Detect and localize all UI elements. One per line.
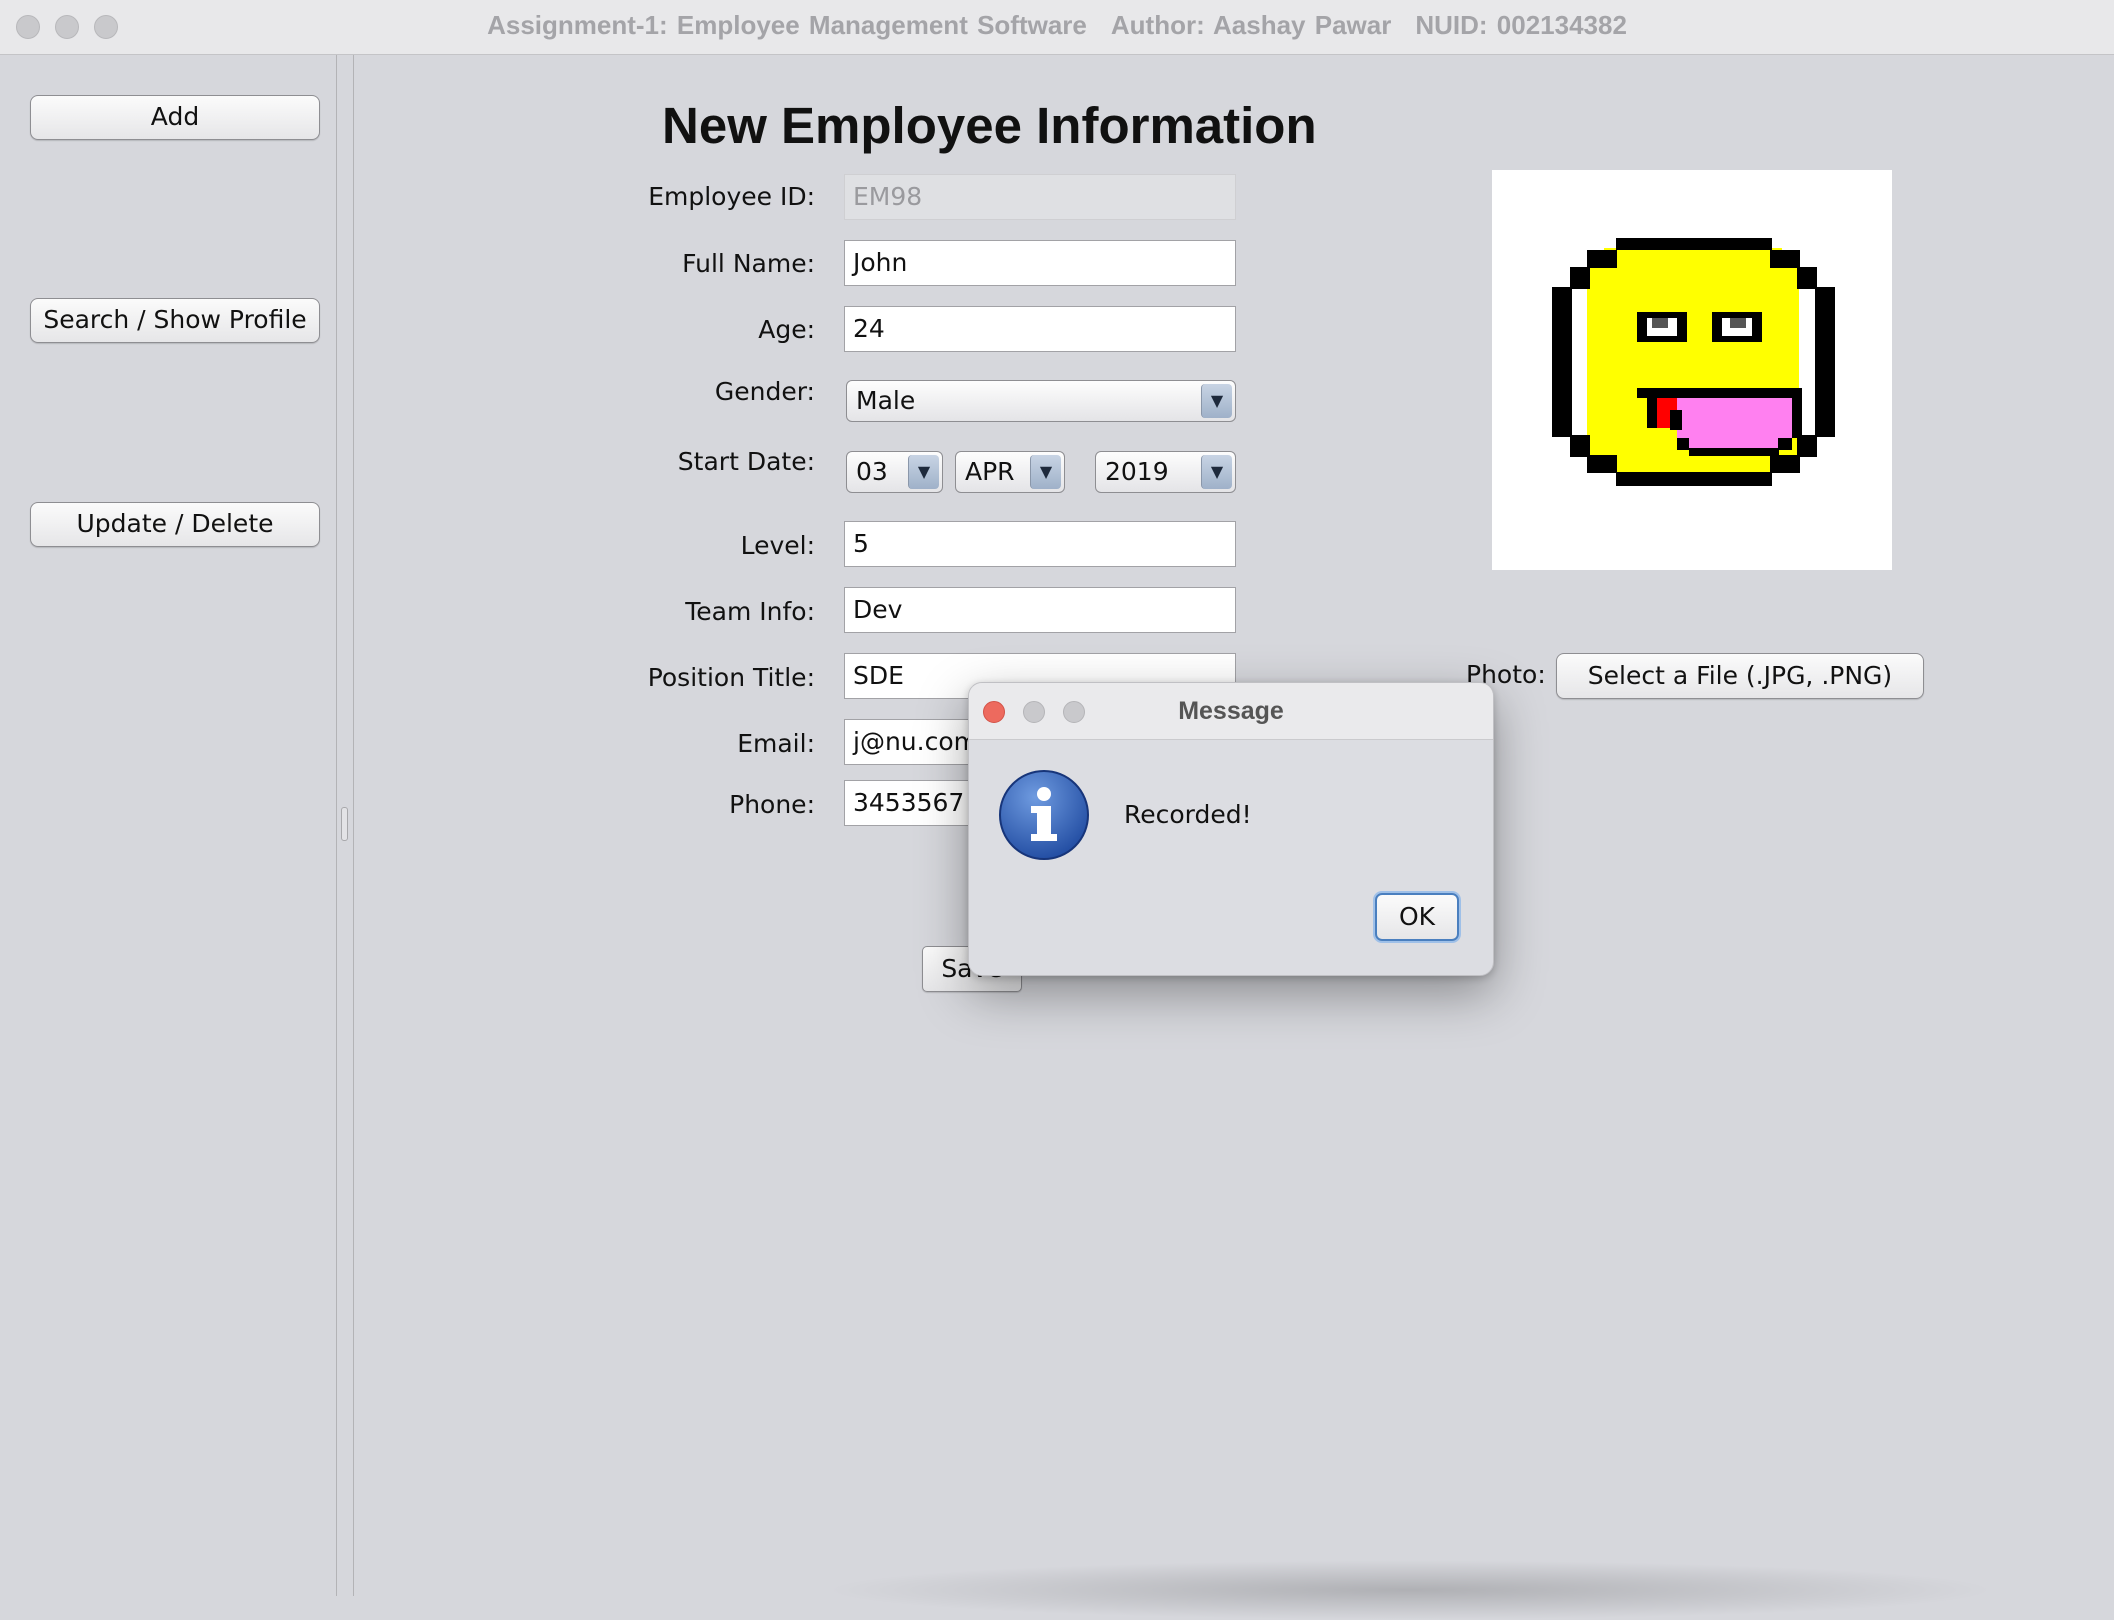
add-button[interactable]: Add xyxy=(30,95,320,140)
author-text: Author: Aashay Pawar xyxy=(1110,10,1392,40)
age-field[interactable]: 24 xyxy=(844,306,1236,352)
email-label: Email: xyxy=(737,729,815,758)
employee-id-field: EM98 xyxy=(844,174,1236,220)
info-icon xyxy=(997,768,1091,862)
start-day-value: 03 xyxy=(856,457,888,486)
select-file-button[interactable]: Select a File (.JPG, .PNG) xyxy=(1556,653,1924,699)
dropdown-arrow-icon: ▼ xyxy=(1201,455,1232,489)
divider-grip-handle[interactable] xyxy=(341,807,348,841)
position-title-label: Position Title: xyxy=(647,663,815,692)
start-month-value: APR xyxy=(965,457,1015,486)
message-dialog: Message Recorded! OK xyxy=(968,682,1494,976)
nuid-text: NUID: 002134382 xyxy=(1415,10,1627,40)
app-title: Assignment-1: Employee Management Softwa… xyxy=(487,10,1087,40)
team-info-label: Team Info: xyxy=(685,597,815,626)
gender-select[interactable]: Male ▼ xyxy=(846,380,1236,422)
start-day-select[interactable]: 03 ▼ xyxy=(846,451,943,493)
dropdown-arrow-icon: ▼ xyxy=(908,455,939,489)
employee-photo xyxy=(1492,170,1892,570)
update-delete-button[interactable]: Update / Delete xyxy=(30,502,320,547)
start-year-value: 2019 xyxy=(1105,457,1169,486)
ok-button[interactable]: OK xyxy=(1375,893,1459,941)
window-title: Assignment-1: Employee Management Softwa… xyxy=(0,0,2114,54)
employee-id-label: Employee ID: xyxy=(648,182,815,211)
split-pane-divider[interactable] xyxy=(336,55,354,1596)
age-label: Age: xyxy=(758,315,815,344)
team-info-field[interactable]: Dev xyxy=(844,587,1236,633)
full-name-label: Full Name: xyxy=(682,249,815,278)
dialog-title: Message xyxy=(1178,697,1284,725)
window-shadow xyxy=(820,1560,2000,1620)
dialog-message: Recorded! xyxy=(1124,800,1252,829)
page-title: New Employee Information xyxy=(662,97,1317,154)
start-year-select[interactable]: 2019 ▼ xyxy=(1095,451,1236,493)
pixel-smiley-image xyxy=(1552,238,1835,486)
full-name-field[interactable]: John xyxy=(844,240,1236,286)
gender-selected-value: Male xyxy=(856,386,916,415)
window-titlebar: Assignment-1: Employee Management Softwa… xyxy=(0,0,2114,55)
search-show-profile-button[interactable]: Search / Show Profile xyxy=(30,298,320,343)
phone-label: Phone: xyxy=(729,790,815,819)
gender-label: Gender: xyxy=(714,377,815,406)
dropdown-arrow-icon: ▼ xyxy=(1201,384,1232,418)
level-field[interactable]: 5 xyxy=(844,521,1236,567)
start-month-select[interactable]: APR ▼ xyxy=(955,451,1065,493)
dropdown-arrow-icon: ▼ xyxy=(1030,455,1061,489)
start-date-label: Start Date: xyxy=(677,447,815,476)
dialog-titlebar: Message xyxy=(969,683,1493,740)
level-label: Level: xyxy=(740,531,815,560)
sidebar: Add Search / Show Profile Update / Delet… xyxy=(0,55,336,1596)
